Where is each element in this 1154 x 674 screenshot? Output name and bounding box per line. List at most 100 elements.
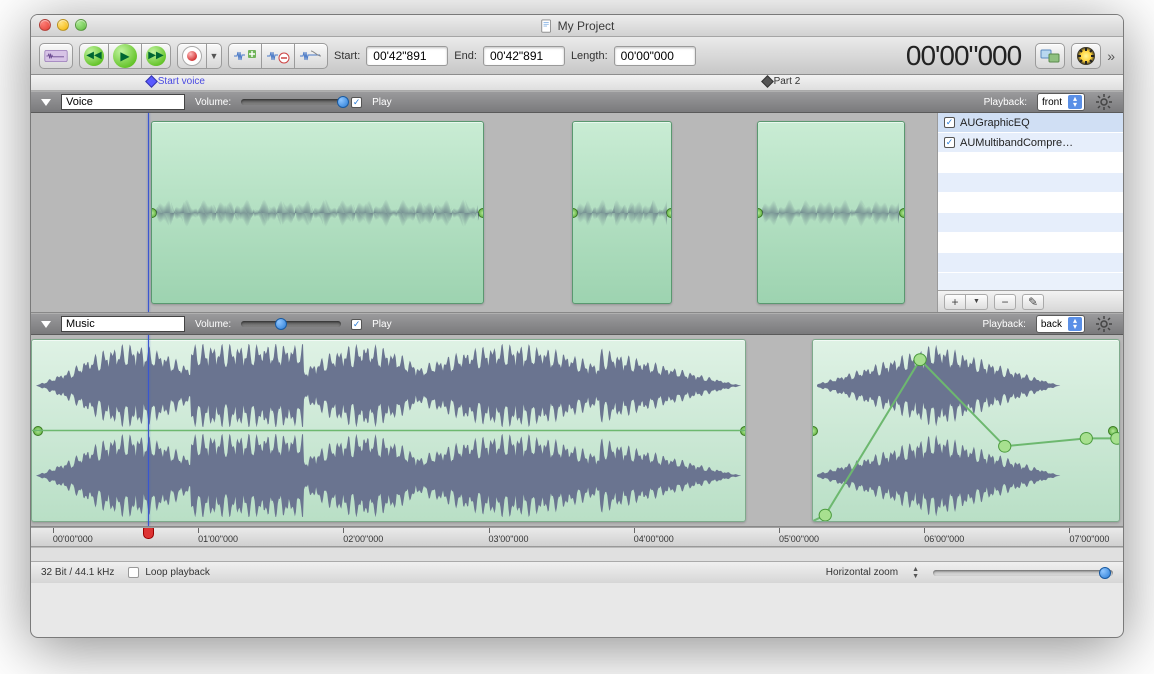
playback-select[interactable]: back ▴▾ bbox=[1036, 315, 1085, 333]
marker-part-2[interactable]: Part 2 bbox=[763, 76, 801, 87]
waveform bbox=[156, 181, 479, 245]
play-checkbox[interactable]: ✓ bbox=[351, 319, 362, 330]
gear-icon[interactable] bbox=[1095, 315, 1113, 333]
effect-name: AUGraphicEQ bbox=[960, 117, 1030, 129]
marker-ruler[interactable]: Start voice Part 2 bbox=[31, 75, 1123, 91]
start-time-input[interactable] bbox=[366, 46, 448, 66]
select-stepper-icon: ▴▾ bbox=[1068, 317, 1082, 331]
track-header-music: Volume: ✓ Play Playback: back ▴▾ bbox=[31, 313, 1123, 335]
audio-clip[interactable] bbox=[151, 121, 484, 304]
edit-effect-button[interactable]: ✎ bbox=[1022, 294, 1044, 310]
effect-item[interactable]: ✓ AUMultibandCompre… bbox=[938, 133, 1123, 153]
audio-format-label: 32 Bit / 44.1 kHz bbox=[41, 567, 114, 578]
zoom-slider[interactable] bbox=[933, 570, 1113, 576]
effect-item-empty bbox=[938, 253, 1123, 273]
ruler-tick: 06'00"000 bbox=[924, 528, 964, 546]
play-button[interactable]: ▶ bbox=[108, 43, 141, 69]
track-name-input[interactable] bbox=[61, 316, 185, 332]
record-options-button[interactable]: ▼ bbox=[206, 43, 222, 69]
end-time-input[interactable] bbox=[483, 46, 565, 66]
remove-effect-button[interactable]: − bbox=[994, 294, 1016, 310]
rewind-button[interactable]: ◀◀ bbox=[79, 43, 108, 69]
waveform bbox=[762, 181, 899, 245]
track-name-input[interactable] bbox=[61, 94, 185, 110]
envelope-line[interactable] bbox=[813, 340, 1119, 521]
loop-checkbox[interactable]: ✓ bbox=[128, 567, 139, 578]
edit-tools-segment bbox=[228, 43, 328, 69]
audio-clip[interactable] bbox=[812, 339, 1120, 522]
add-effect-menu[interactable]: ▼ bbox=[966, 294, 988, 310]
audio-clip[interactable] bbox=[757, 121, 904, 304]
burn-button[interactable] bbox=[1071, 43, 1101, 69]
transport-segment: ◀◀ ▶ ▶▶ bbox=[79, 43, 171, 69]
main-timecode: 00'00"000 bbox=[906, 40, 1021, 72]
waveform bbox=[577, 181, 667, 245]
ruler-tick: 07'00"000 bbox=[1069, 528, 1109, 546]
track-header-voice: Volume: ✓ Play Playback: front ▴▾ bbox=[31, 91, 1123, 113]
ruler-tick: 05'00"000 bbox=[779, 528, 819, 546]
effects-footer: + ▼ − ✎ bbox=[938, 290, 1123, 312]
volume-label: Volume: bbox=[195, 97, 231, 108]
effect-name: AUMultibandCompre… bbox=[960, 137, 1073, 149]
marker-diamond-icon bbox=[145, 75, 158, 88]
play-label: Play bbox=[372, 97, 391, 108]
time-ruler[interactable]: 00'00"00001'00"00002'00"00003'00"00004'0… bbox=[31, 527, 1123, 547]
zoom-button[interactable] bbox=[75, 19, 87, 31]
playback-label: Playback: bbox=[984, 97, 1027, 108]
remove-clip-button[interactable] bbox=[261, 43, 294, 69]
play-label: Play bbox=[372, 319, 391, 330]
effect-checkbox[interactable]: ✓ bbox=[944, 117, 955, 128]
zoom-label: Horizontal zoom bbox=[826, 567, 898, 578]
marker-label: Start voice bbox=[158, 76, 205, 87]
volume-label: Volume: bbox=[195, 319, 231, 330]
effect-checkbox[interactable]: ✓ bbox=[944, 137, 955, 148]
forward-button[interactable]: ▶▶ bbox=[141, 43, 171, 69]
effect-item-empty bbox=[938, 213, 1123, 233]
minimize-button[interactable] bbox=[57, 19, 69, 31]
ruler-tick: 00'00"000 bbox=[53, 528, 93, 546]
app-window: My Project ◀◀ ▶ ▶▶ ▼ Start: End: Length:… bbox=[30, 14, 1124, 638]
effect-item[interactable]: ✓ AUGraphicEQ bbox=[938, 113, 1123, 133]
effect-item-empty bbox=[938, 173, 1123, 193]
fade-tool-button[interactable] bbox=[294, 43, 328, 69]
close-button[interactable] bbox=[39, 19, 51, 31]
length-input[interactable] bbox=[614, 46, 696, 66]
ruler-tick: 01'00"000 bbox=[198, 528, 238, 546]
record-segment: ▼ bbox=[177, 43, 222, 69]
zoom-stepper-icon[interactable]: ▲▼ bbox=[912, 566, 919, 580]
window-title: My Project bbox=[558, 19, 615, 33]
effect-item-empty bbox=[938, 193, 1123, 213]
export-button[interactable] bbox=[1035, 43, 1065, 69]
audio-clip[interactable] bbox=[572, 121, 672, 304]
volume-slider[interactable] bbox=[241, 321, 341, 327]
cursor-tool-button[interactable] bbox=[39, 43, 73, 69]
playback-select[interactable]: front ▴▾ bbox=[1037, 93, 1085, 111]
titlebar: My Project bbox=[31, 15, 1123, 37]
audio-clip[interactable] bbox=[31, 339, 746, 522]
select-stepper-icon: ▴▾ bbox=[1068, 95, 1082, 109]
end-label: End: bbox=[454, 50, 477, 62]
add-effect-button[interactable]: + bbox=[944, 294, 966, 310]
disclosure-triangle[interactable] bbox=[41, 321, 51, 328]
play-checkbox[interactable]: ✓ bbox=[351, 97, 362, 108]
marker-diamond-icon bbox=[761, 75, 774, 88]
marker-start-voice[interactable]: Start voice bbox=[147, 76, 205, 87]
marker-label: Part 2 bbox=[774, 76, 801, 87]
document-icon bbox=[540, 19, 554, 33]
toolbar: ◀◀ ▶ ▶▶ ▼ Start: End: Length: 00'00"000 … bbox=[31, 37, 1123, 75]
playhead-handle[interactable] bbox=[143, 527, 154, 539]
disclosure-triangle[interactable] bbox=[41, 99, 51, 106]
statusbar: 32 Bit / 44.1 kHz ✓ Loop playback Horizo… bbox=[31, 561, 1123, 583]
toolbar-overflow-button[interactable]: » bbox=[1107, 48, 1115, 64]
add-clip-button[interactable] bbox=[228, 43, 261, 69]
playback-value: back bbox=[1041, 319, 1062, 330]
track-body-music[interactable] bbox=[31, 335, 1123, 527]
horizontal-scrollbar[interactable] bbox=[31, 547, 1123, 561]
effect-item-empty bbox=[938, 153, 1123, 173]
track-body-voice[interactable]: ✓ AUGraphicEQ ✓ AUMultibandCompre… + ▼ −… bbox=[31, 113, 1123, 313]
effects-panel: ✓ AUGraphicEQ ✓ AUMultibandCompre… + ▼ −… bbox=[937, 113, 1123, 312]
volume-slider[interactable] bbox=[241, 99, 341, 105]
record-button[interactable] bbox=[177, 43, 206, 69]
gear-icon[interactable] bbox=[1095, 93, 1113, 111]
ruler-tick: 04'00"000 bbox=[634, 528, 674, 546]
